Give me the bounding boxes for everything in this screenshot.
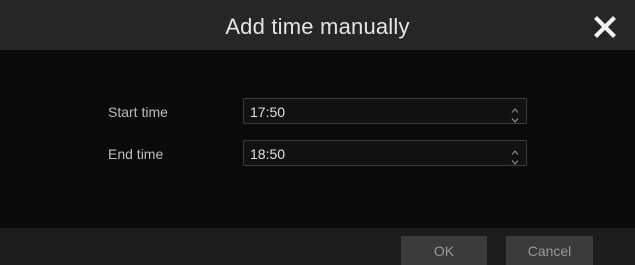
start-time-field[interactable]: 17:50	[243, 98, 527, 124]
chevron-down-icon	[511, 118, 519, 123]
end-time-row: End time 18:50	[0, 140, 635, 168]
dialog-title: Add time manually	[225, 14, 410, 39]
add-time-dialog: Add time manually Start time 17:50 End t…	[0, 0, 635, 265]
start-time-spinner	[510, 102, 520, 123]
end-time-spinner	[510, 144, 520, 165]
close-button[interactable]	[593, 15, 617, 39]
title-bar: Add time manually	[0, 0, 635, 50]
start-time-row: Start time 17:50	[0, 98, 635, 126]
ok-button[interactable]: OK	[401, 236, 487, 265]
start-time-value: 17:50	[250, 104, 286, 120]
start-time-decrement-button[interactable]	[510, 112, 520, 123]
end-time-label: End time	[108, 146, 164, 162]
end-time-increment-button[interactable]	[510, 144, 520, 155]
end-time-field[interactable]: 18:50	[243, 140, 527, 166]
cancel-button[interactable]: Cancel	[506, 236, 593, 265]
start-time-increment-button[interactable]	[510, 102, 520, 113]
end-time-decrement-button[interactable]	[510, 154, 520, 165]
close-icon	[594, 16, 616, 38]
end-time-value: 18:50	[250, 146, 286, 162]
dialog-footer: OK Cancel	[0, 228, 635, 265]
chevron-down-icon	[511, 160, 519, 165]
start-time-label: Start time	[108, 104, 168, 120]
